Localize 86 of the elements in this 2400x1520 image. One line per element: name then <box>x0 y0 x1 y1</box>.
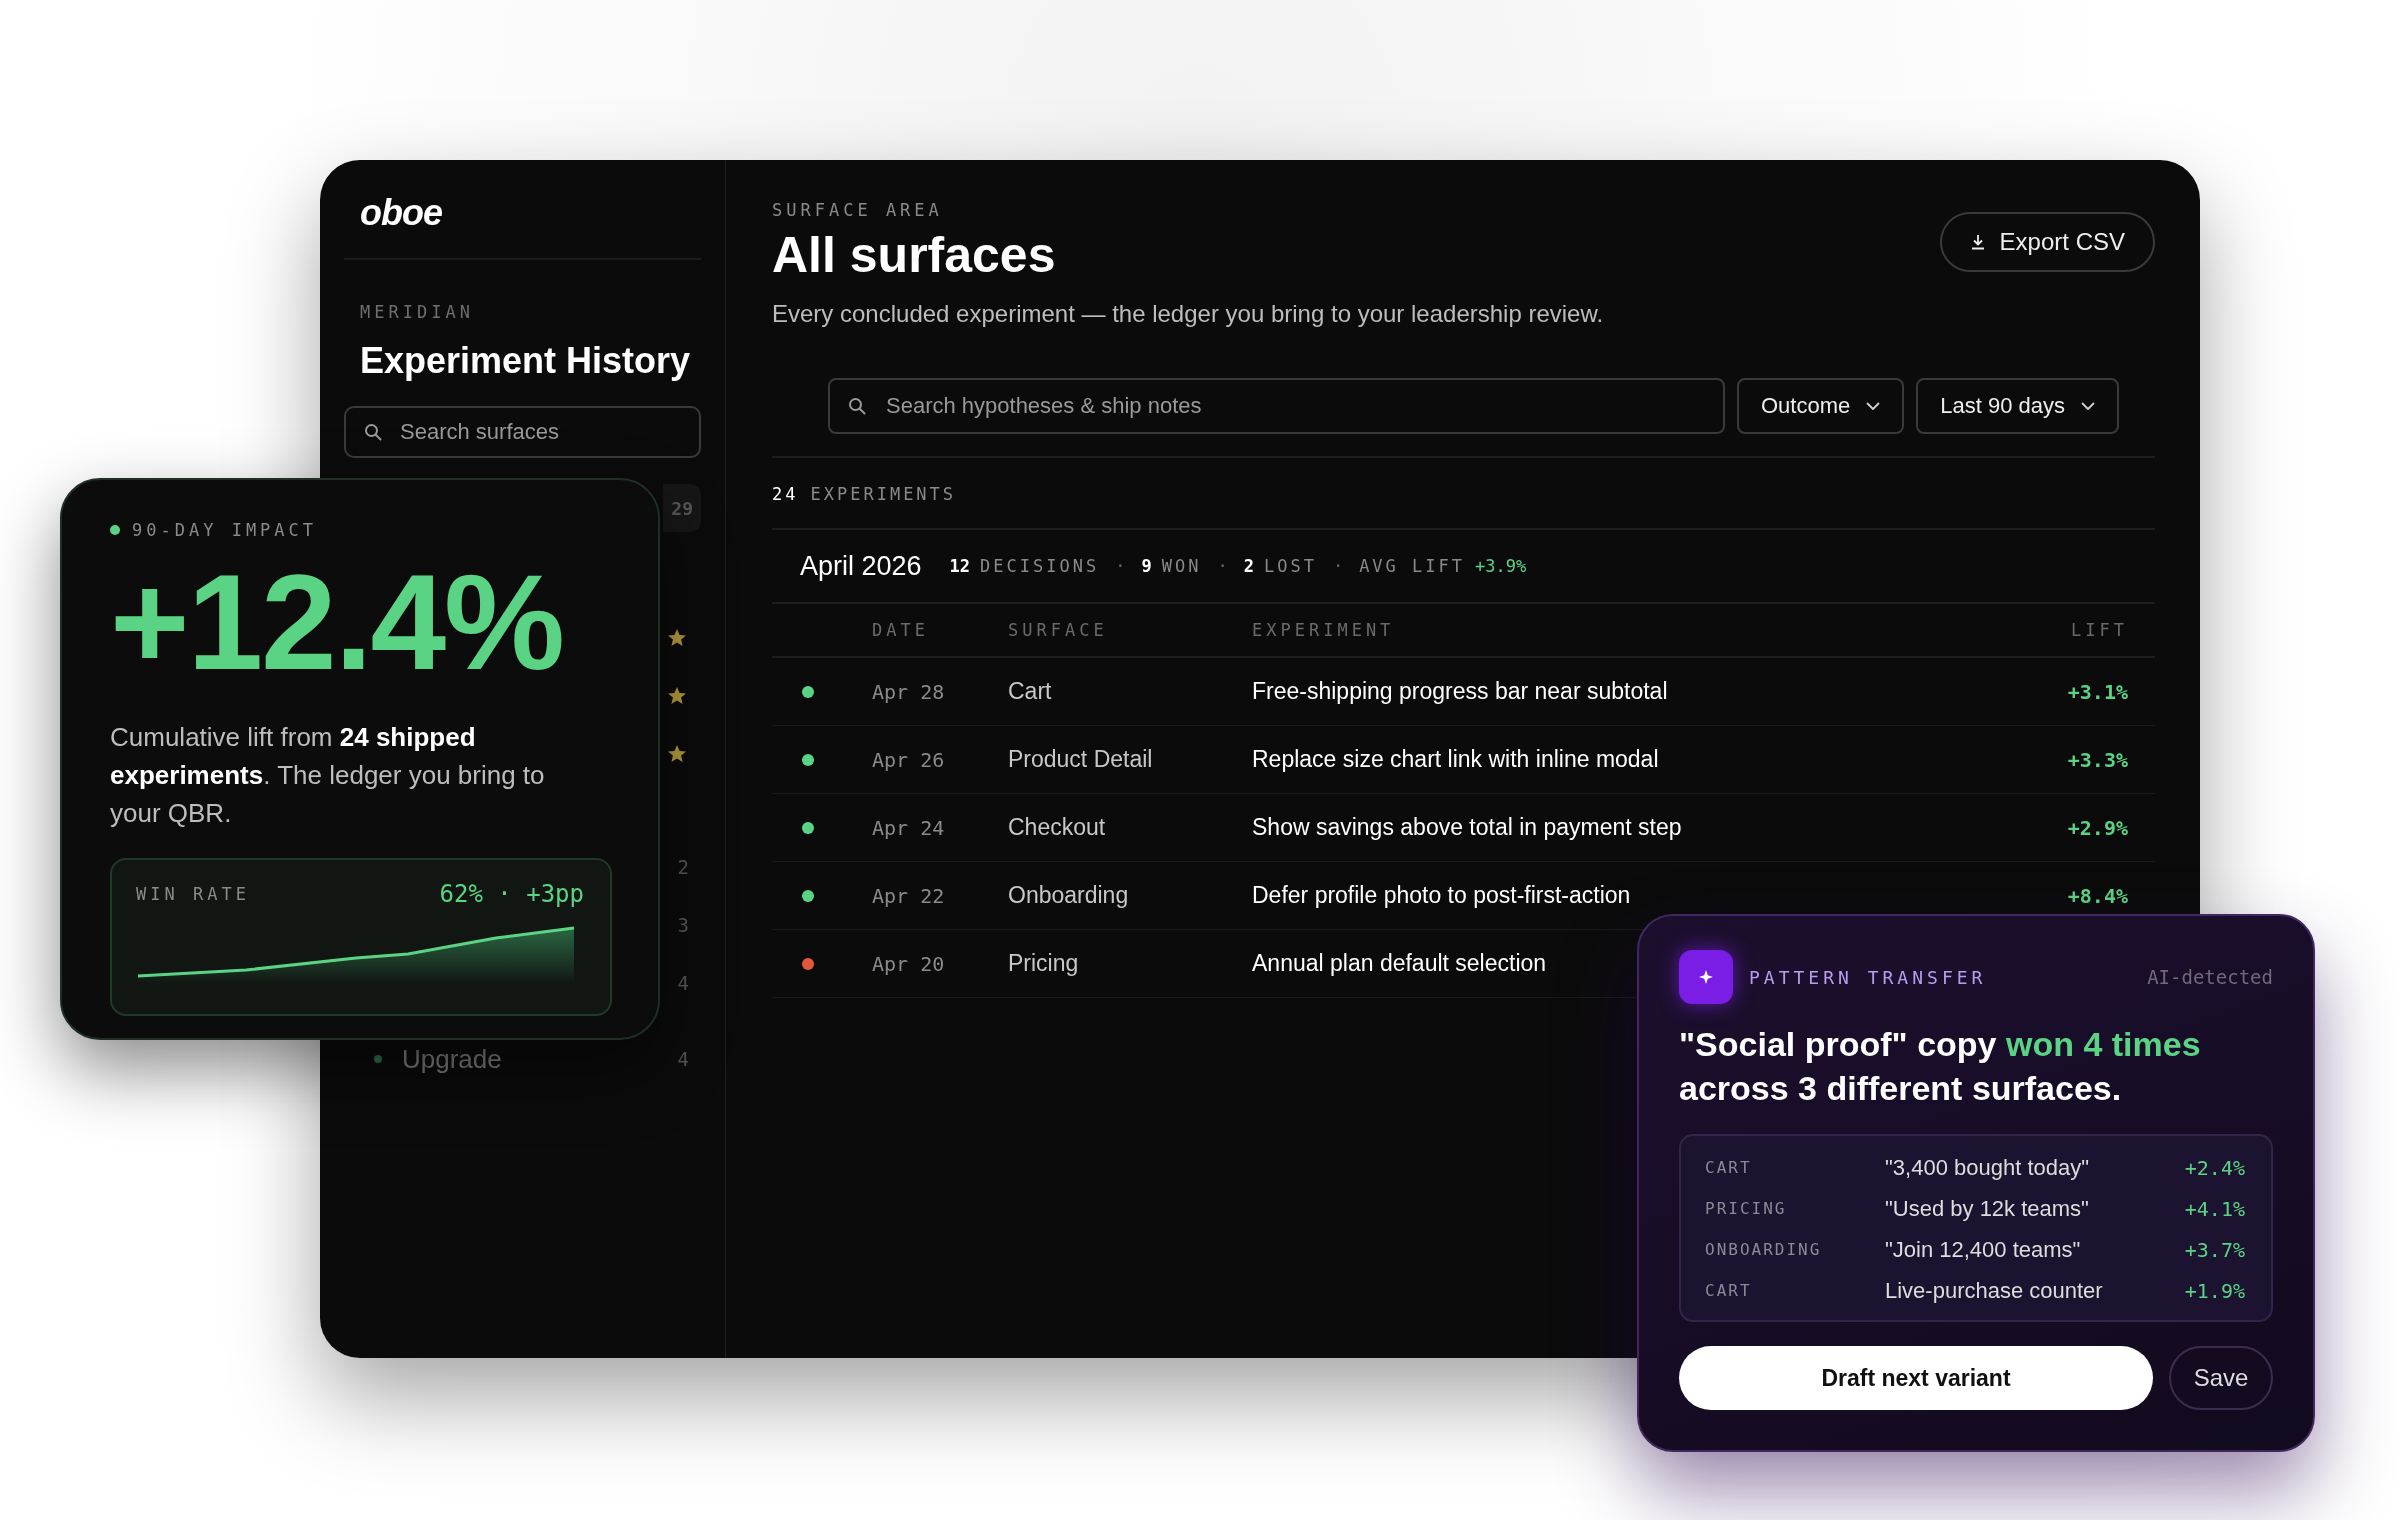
stat-label: DECISIONS <box>980 556 1100 576</box>
workspace-label: MERIDIAN <box>360 302 474 322</box>
status-dot <box>110 525 120 535</box>
copy-variant: "3,400 bought today" <box>1885 1154 2090 1181</box>
lift-cell: +8.4% <box>2067 883 2128 908</box>
surface-label: CART <box>1705 1158 1753 1177</box>
export-button[interactable]: Export CSV <box>1939 212 2155 272</box>
experiment-cell: Replace size chart link with inline modal <box>1252 746 1659 773</box>
surface-cell-text: Pricing <box>1008 950 1080 977</box>
lift-value: +3.7% <box>2184 1237 2245 1262</box>
download-icon <box>1969 234 1986 250</box>
surface-label: PRICING <box>1705 1199 1788 1218</box>
stat-label: AVG LIFT <box>1359 556 1465 576</box>
search-icon <box>364 423 382 441</box>
logo: oboe <box>360 192 442 234</box>
item-count: 3 <box>677 914 689 936</box>
copy-variant: Live-purchase counter <box>1885 1277 2104 1304</box>
stat-label: LOST <box>1263 556 1317 576</box>
column-header: DATE <box>872 620 930 640</box>
surface-cell-text: Checkout <box>1008 814 1107 841</box>
experiment-cell: Defer profile photo to post-first-action <box>1252 882 1631 909</box>
filter-dropdown[interactable]: Last 90 days <box>1916 378 2119 434</box>
stat-value: 12 <box>949 556 971 576</box>
lift-value: +4.1% <box>2184 1196 2245 1221</box>
surface-label: CART <box>1705 1281 1753 1300</box>
experiment-count: 24 <box>772 484 799 504</box>
search-icon <box>848 397 866 415</box>
star-icon <box>667 685 687 705</box>
stat-label: WON <box>1161 556 1202 576</box>
page-subtitle: Every concluded experiment — the ledger you bring to your leadership review. <box>772 300 1604 328</box>
draft-button[interactable]: Draft next variant <box>1679 1346 2153 1410</box>
surface-cell-text: Cart <box>1008 678 1053 705</box>
search-field[interactable]: Search surfaces <box>344 406 701 458</box>
column-header: LIFT <box>2071 620 2128 640</box>
item-count: 4 <box>677 972 689 994</box>
lift-cell: +3.1% <box>2067 679 2128 704</box>
date-cell-text: Apr 28 <box>872 679 946 704</box>
sidebar-title: Experiment History <box>360 340 691 382</box>
sparkle-icon <box>1679 950 1733 1004</box>
card-label: PATTERN TRANSFER <box>1749 966 1988 988</box>
impact-value: +12.4% <box>110 554 565 690</box>
item-count: 4 <box>677 1048 689 1070</box>
surface-label: ONBOARDING <box>1705 1240 1823 1259</box>
star-icon <box>667 743 687 763</box>
card-headline: "Social proof" copy won 4 times across 3 different surfaces. <box>1679 1024 2202 1109</box>
column-header: SURFACE <box>1008 620 1109 640</box>
stat-value: +3.9% <box>1475 556 1527 576</box>
copy-variant: "Used by 12k teams" <box>1885 1195 2090 1222</box>
star-icon <box>667 627 687 647</box>
stat-value: 2 <box>1243 556 1254 576</box>
lift-value: +1.9% <box>2184 1278 2245 1303</box>
impact-description: Cumulative lift from 24 shipped experiments. The ledger you bring to your QBR. <box>110 721 546 830</box>
surface-cell-text: Onboarding <box>1008 882 1130 909</box>
lift-cell: +2.9% <box>2067 815 2128 840</box>
chevron-down-icon <box>1866 401 1881 411</box>
dot-icon <box>374 1055 382 1063</box>
experiment-cell: Annual plan default selection <box>1252 950 1547 977</box>
date-cell-text: Apr 22 <box>872 883 946 908</box>
separator: · <box>1332 556 1344 576</box>
item-count: 2 <box>677 856 689 878</box>
ai-tag: AI-detected <box>2147 966 2273 988</box>
impact-label: 90-DAY IMPACT <box>132 520 318 540</box>
copy-variant: "Join 12,400 teams" <box>1885 1236 2082 1263</box>
chevron-down-icon <box>2081 401 2095 411</box>
experiment-count-label: EXPERIMENTS <box>810 484 957 504</box>
section-label: SURFACE AREA <box>772 200 943 220</box>
win-rate-label: WIN RATE <box>136 884 250 904</box>
stat-value: 9 <box>1141 556 1152 576</box>
lift-value: +2.4% <box>2184 1155 2245 1180</box>
win-rate-value: 62% · +3pp <box>439 880 584 908</box>
date-cell-text: Apr 24 <box>872 815 946 840</box>
surface-cell-text: Product Detail <box>1008 746 1154 773</box>
column-header: EXPERIMENT <box>1252 620 1396 640</box>
date-cell-text: Apr 20 <box>872 951 946 976</box>
save-button[interactable]: Save <box>2169 1346 2273 1410</box>
experiment-cell: Free-shipping progress bar near subtotal <box>1252 678 1668 705</box>
separator: · <box>1217 556 1228 576</box>
date-cell-text: Apr 26 <box>872 747 946 772</box>
lift-cell: +3.3% <box>2067 747 2128 772</box>
experiment-cell: Show savings above total in payment step <box>1252 814 1682 841</box>
page-title: All surfaces <box>772 226 1056 284</box>
separator: · <box>1115 556 1126 576</box>
filter-dropdown[interactable]: Outcome <box>1737 378 1905 434</box>
search-field[interactable]: Search hypotheses & ship notes <box>828 378 1725 434</box>
group-title: April 2026 <box>800 550 922 582</box>
item-count: 29 <box>671 497 693 519</box>
